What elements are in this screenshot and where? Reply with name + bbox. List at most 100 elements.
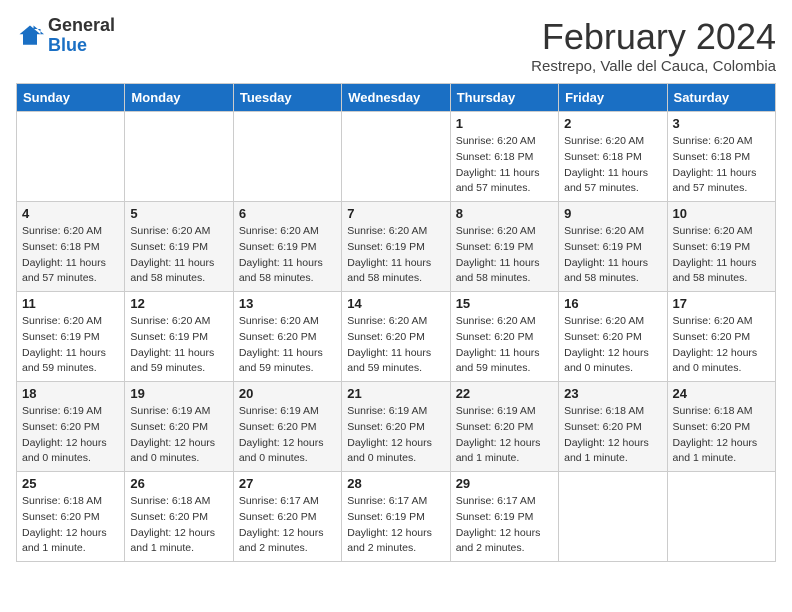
day-cell: 23 Sunrise: 6:18 AM Sunset: 6:20 PM Dayli…: [559, 382, 667, 472]
day-cell: 2 Sunrise: 6:20 AM Sunset: 6:18 PM Daylig…: [559, 112, 667, 202]
day-cell: [17, 112, 125, 202]
day-number: 23: [564, 386, 661, 401]
day-detail: Sunrise: 6:20 AM Sunset: 6:18 PM Dayligh…: [22, 224, 119, 287]
day-number: 12: [130, 296, 227, 311]
day-cell: 15 Sunrise: 6:20 AM Sunset: 6:20 PM Dayli…: [450, 292, 558, 382]
day-cell: [233, 112, 341, 202]
day-number: 17: [673, 296, 770, 311]
day-number: 8: [456, 206, 553, 221]
day-number: 1: [456, 116, 553, 131]
day-number: 13: [239, 296, 336, 311]
day-cell: 27 Sunrise: 6:17 AM Sunset: 6:20 PM Dayli…: [233, 472, 341, 562]
day-cell: [342, 112, 450, 202]
location-subtitle: Restrepo, Valle del Cauca, Colombia: [531, 58, 776, 75]
day-number: 9: [564, 206, 661, 221]
day-number: 20: [239, 386, 336, 401]
logo-blue: Blue: [48, 35, 87, 55]
logo-text: General Blue: [48, 16, 115, 56]
day-cell: 9 Sunrise: 6:20 AM Sunset: 6:19 PM Daylig…: [559, 202, 667, 292]
day-cell: 25 Sunrise: 6:18 AM Sunset: 6:20 PM Dayli…: [17, 472, 125, 562]
header-day-thursday: Thursday: [450, 84, 558, 112]
day-cell: 10 Sunrise: 6:20 AM Sunset: 6:19 PM Dayli…: [667, 202, 775, 292]
header: General Blue February 2024 Restrepo, Val…: [16, 16, 776, 75]
day-cell: 17 Sunrise: 6:20 AM Sunset: 6:20 PM Dayli…: [667, 292, 775, 382]
day-cell: 7Sunrise: 6:20 AM Sunset: 6:19 PM Daylig…: [342, 202, 450, 292]
day-number: 7: [347, 206, 444, 221]
week-row-0: 1 Sunrise: 6:20 AM Sunset: 6:18 PM Daylig…: [17, 112, 776, 202]
day-detail: Sunrise: 6:20 AM Sunset: 6:20 PM Dayligh…: [673, 314, 770, 377]
day-detail: Sunrise: 6:20 AM Sunset: 6:20 PM Dayligh…: [456, 314, 553, 377]
day-cell: 1 Sunrise: 6:20 AM Sunset: 6:18 PM Daylig…: [450, 112, 558, 202]
day-detail: Sunrise: 6:17 AM Sunset: 6:19 PM Dayligh…: [456, 494, 553, 557]
day-number: 24: [673, 386, 770, 401]
day-cell: 18 Sunrise: 6:19 AM Sunset: 6:20 PM Dayli…: [17, 382, 125, 472]
day-detail: Sunrise: 6:19 AM Sunset: 6:20 PM Dayligh…: [456, 404, 553, 467]
header-day-friday: Friday: [559, 84, 667, 112]
day-cell: 22Sunrise: 6:19 AM Sunset: 6:20 PM Dayli…: [450, 382, 558, 472]
day-cell: 16 Sunrise: 6:20 AM Sunset: 6:20 PM Dayli…: [559, 292, 667, 382]
day-detail: Sunrise: 6:20 AM Sunset: 6:18 PM Dayligh…: [456, 134, 553, 197]
day-number: 15: [456, 296, 553, 311]
day-cell: 21 Sunrise: 6:19 AM Sunset: 6:20 PM Dayli…: [342, 382, 450, 472]
week-row-4: 25 Sunrise: 6:18 AM Sunset: 6:20 PM Dayli…: [17, 472, 776, 562]
day-detail: Sunrise: 6:20 AM Sunset: 6:18 PM Dayligh…: [564, 134, 661, 197]
week-row-3: 18 Sunrise: 6:19 AM Sunset: 6:20 PM Dayli…: [17, 382, 776, 472]
day-detail: Sunrise: 6:20 AM Sunset: 6:19 PM Dayligh…: [564, 224, 661, 287]
day-detail: Sunrise: 6:18 AM Sunset: 6:20 PM Dayligh…: [564, 404, 661, 467]
title-area: February 2024 Restrepo, Valle del Cauca,…: [531, 16, 776, 75]
header-day-monday: Monday: [125, 84, 233, 112]
day-cell: 3 Sunrise: 6:20 AM Sunset: 6:18 PM Daylig…: [667, 112, 775, 202]
day-detail: Sunrise: 6:20 AM Sunset: 6:19 PM Dayligh…: [456, 224, 553, 287]
day-detail: Sunrise: 6:20 AM Sunset: 6:19 PM Dayligh…: [239, 224, 336, 287]
day-number: 5: [130, 206, 227, 221]
day-detail: Sunrise: 6:17 AM Sunset: 6:20 PM Dayligh…: [239, 494, 336, 557]
day-detail: Sunrise: 6:18 AM Sunset: 6:20 PM Dayligh…: [673, 404, 770, 467]
header-day-sunday: Sunday: [17, 84, 125, 112]
day-cell: 4 Sunrise: 6:20 AM Sunset: 6:18 PM Daylig…: [17, 202, 125, 292]
day-detail: Sunrise: 6:19 AM Sunset: 6:20 PM Dayligh…: [130, 404, 227, 467]
day-detail: Sunrise: 6:18 AM Sunset: 6:20 PM Dayligh…: [130, 494, 227, 557]
day-number: 27: [239, 476, 336, 491]
day-detail: Sunrise: 6:20 AM Sunset: 6:18 PM Dayligh…: [673, 134, 770, 197]
logo: General Blue: [16, 16, 115, 56]
day-number: 25: [22, 476, 119, 491]
day-number: 28: [347, 476, 444, 491]
day-cell: 28 Sunrise: 6:17 AM Sunset: 6:19 PM Dayli…: [342, 472, 450, 562]
logo-general: General: [48, 15, 115, 35]
day-detail: Sunrise: 6:17 AM Sunset: 6:19 PM Dayligh…: [347, 494, 444, 557]
day-cell: 24 Sunrise: 6:18 AM Sunset: 6:20 PM Dayli…: [667, 382, 775, 472]
header-day-wednesday: Wednesday: [342, 84, 450, 112]
day-cell: [125, 112, 233, 202]
day-number: 18: [22, 386, 119, 401]
day-cell: 19 Sunrise: 6:19 AM Sunset: 6:20 PM Dayli…: [125, 382, 233, 472]
day-number: 21: [347, 386, 444, 401]
day-cell: [667, 472, 775, 562]
day-number: 2: [564, 116, 661, 131]
day-number: 16: [564, 296, 661, 311]
day-detail: Sunrise: 6:20 AM Sunset: 6:19 PM Dayligh…: [130, 224, 227, 287]
day-number: 3: [673, 116, 770, 131]
logo-icon: [16, 22, 44, 50]
header-day-saturday: Saturday: [667, 84, 775, 112]
day-number: 26: [130, 476, 227, 491]
day-detail: Sunrise: 6:20 AM Sunset: 6:19 PM Dayligh…: [130, 314, 227, 377]
day-cell: 13Sunrise: 6:20 AM Sunset: 6:20 PM Dayli…: [233, 292, 341, 382]
week-row-2: 11Sunrise: 6:20 AM Sunset: 6:19 PM Dayli…: [17, 292, 776, 382]
day-detail: Sunrise: 6:19 AM Sunset: 6:20 PM Dayligh…: [347, 404, 444, 467]
day-number: 4: [22, 206, 119, 221]
day-detail: Sunrise: 6:19 AM Sunset: 6:20 PM Dayligh…: [22, 404, 119, 467]
day-detail: Sunrise: 6:20 AM Sunset: 6:19 PM Dayligh…: [22, 314, 119, 377]
day-cell: 12 Sunrise: 6:20 AM Sunset: 6:19 PM Dayli…: [125, 292, 233, 382]
day-detail: Sunrise: 6:20 AM Sunset: 6:20 PM Dayligh…: [564, 314, 661, 377]
header-day-tuesday: Tuesday: [233, 84, 341, 112]
week-row-1: 4 Sunrise: 6:20 AM Sunset: 6:18 PM Daylig…: [17, 202, 776, 292]
day-detail: Sunrise: 6:19 AM Sunset: 6:20 PM Dayligh…: [239, 404, 336, 467]
day-number: 10: [673, 206, 770, 221]
day-number: 19: [130, 386, 227, 401]
day-detail: Sunrise: 6:20 AM Sunset: 6:20 PM Dayligh…: [347, 314, 444, 377]
calendar-table: SundayMondayTuesdayWednesdayThursdayFrid…: [16, 83, 776, 562]
day-detail: Sunrise: 6:18 AM Sunset: 6:20 PM Dayligh…: [22, 494, 119, 557]
day-number: 14: [347, 296, 444, 311]
day-number: 29: [456, 476, 553, 491]
day-detail: Sunrise: 6:20 AM Sunset: 6:19 PM Dayligh…: [673, 224, 770, 287]
